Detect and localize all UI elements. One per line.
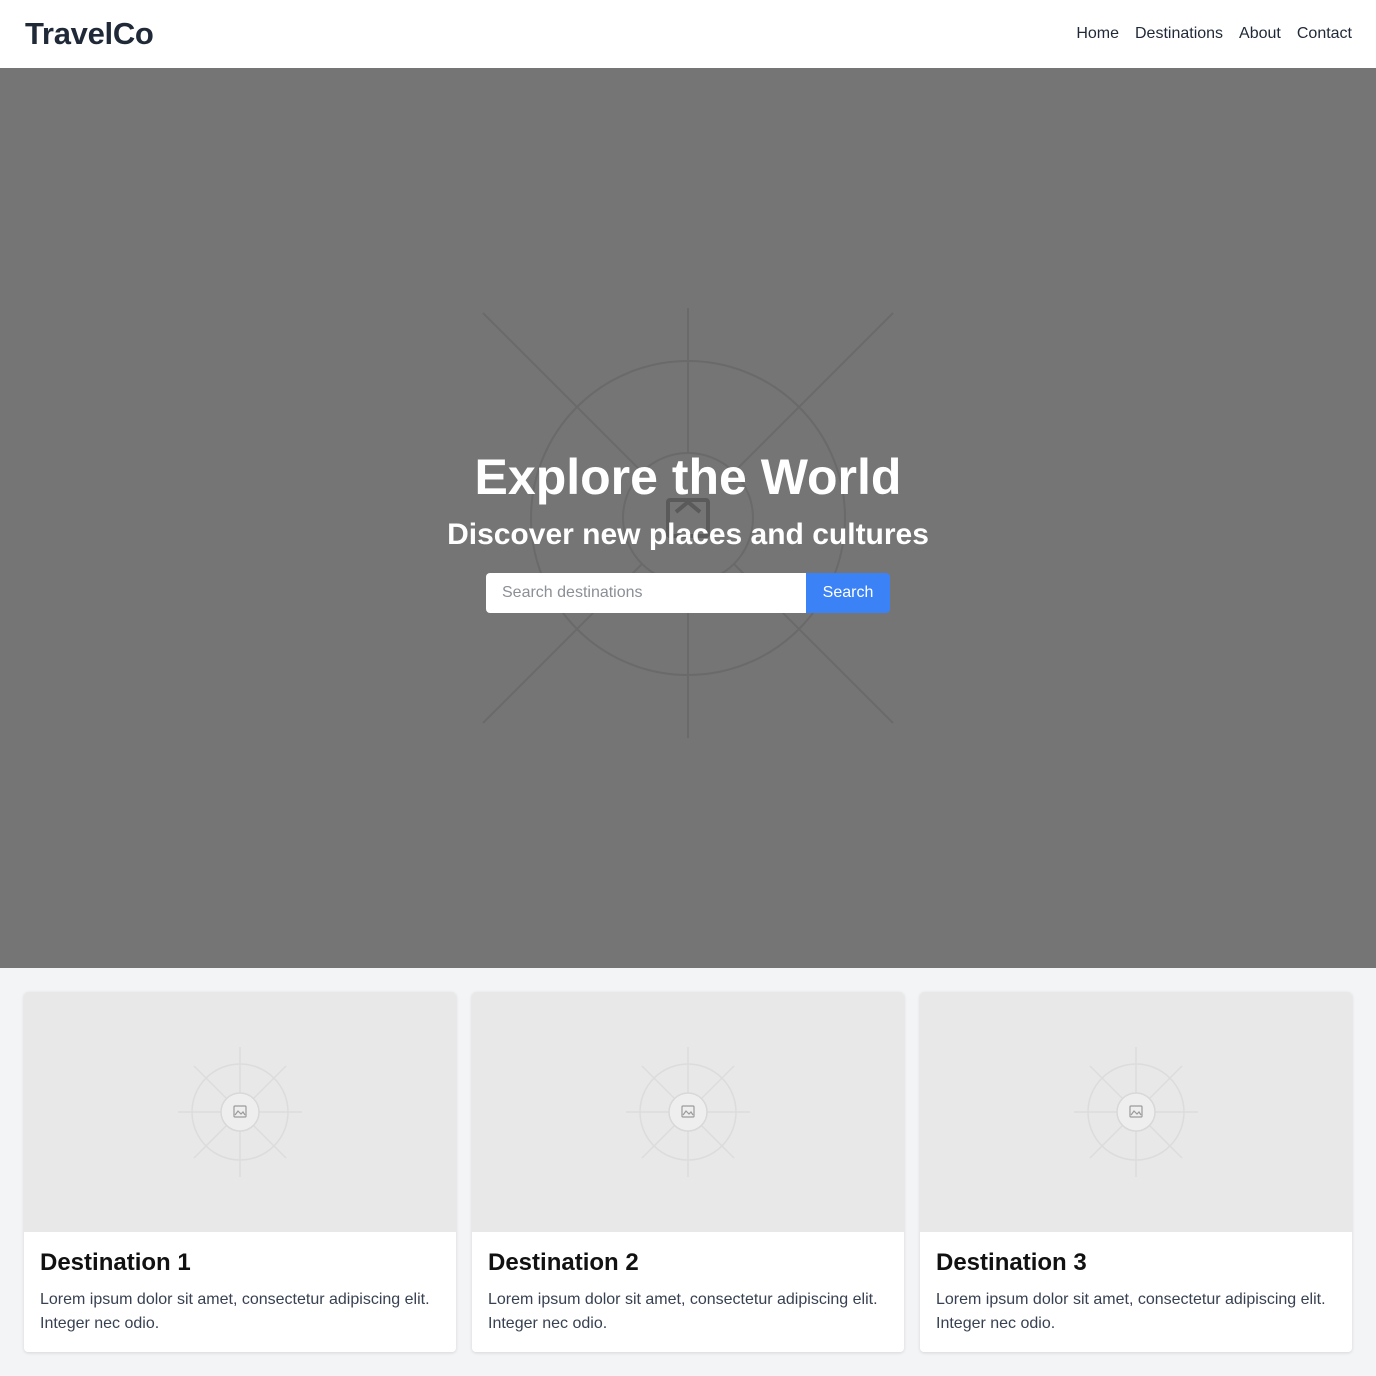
destination-card[interactable]: Destination 3 Lorem ipsum dolor sit amet… <box>920 992 1352 1352</box>
card-image <box>472 992 904 1232</box>
image-placeholder-badge <box>1116 1092 1156 1132</box>
destination-card[interactable]: Destination 1 Lorem ipsum dolor sit amet… <box>24 992 456 1352</box>
search-button[interactable]: Search <box>806 573 890 613</box>
destination-card[interactable]: Destination 2 Lorem ipsum dolor sit amet… <box>472 992 904 1352</box>
nav-link-contact[interactable]: Contact <box>1297 25 1352 43</box>
search-bar: Search <box>486 573 890 613</box>
hero-title: Explore the World <box>474 449 902 505</box>
navbar: TravelCo Home Destinations About Contact <box>0 0 1376 68</box>
card-title: Destination 2 <box>488 1249 639 1276</box>
card-title: Destination 3 <box>936 1249 1087 1276</box>
destinations-grid: Destination 1 Lorem ipsum dolor sit amet… <box>24 992 1352 1352</box>
hero-subtitle: Discover new places and cultures <box>447 518 929 551</box>
card-body: Destination 3 Lorem ipsum dolor sit amet… <box>920 1232 1352 1336</box>
card-description: Lorem ipsum dolor sit amet, consectetur … <box>936 1291 1326 1332</box>
card-body: Destination 1 Lorem ipsum dolor sit amet… <box>24 1232 456 1336</box>
hero-content: Explore the World Discover new places an… <box>0 68 1376 968</box>
logo[interactable]: TravelCo <box>25 16 154 52</box>
nav-link-about[interactable]: About <box>1239 25 1281 43</box>
main-nav: Home Destinations About Contact <box>1076 25 1352 43</box>
image-placeholder-badge <box>220 1092 260 1132</box>
card-image <box>920 992 1352 1232</box>
hero-section: Explore the World Discover new places an… <box>0 68 1376 968</box>
image-placeholder-badge <box>668 1092 708 1132</box>
nav-link-destinations[interactable]: Destinations <box>1135 25 1223 43</box>
card-body: Destination 2 Lorem ipsum dolor sit amet… <box>472 1232 904 1336</box>
search-input[interactable] <box>486 573 806 613</box>
nav-link-home[interactable]: Home <box>1076 25 1119 43</box>
card-image <box>24 992 456 1232</box>
card-description: Lorem ipsum dolor sit amet, consectetur … <box>488 1291 878 1332</box>
card-description: Lorem ipsum dolor sit amet, consectetur … <box>40 1291 430 1332</box>
card-title: Destination 1 <box>40 1249 191 1276</box>
